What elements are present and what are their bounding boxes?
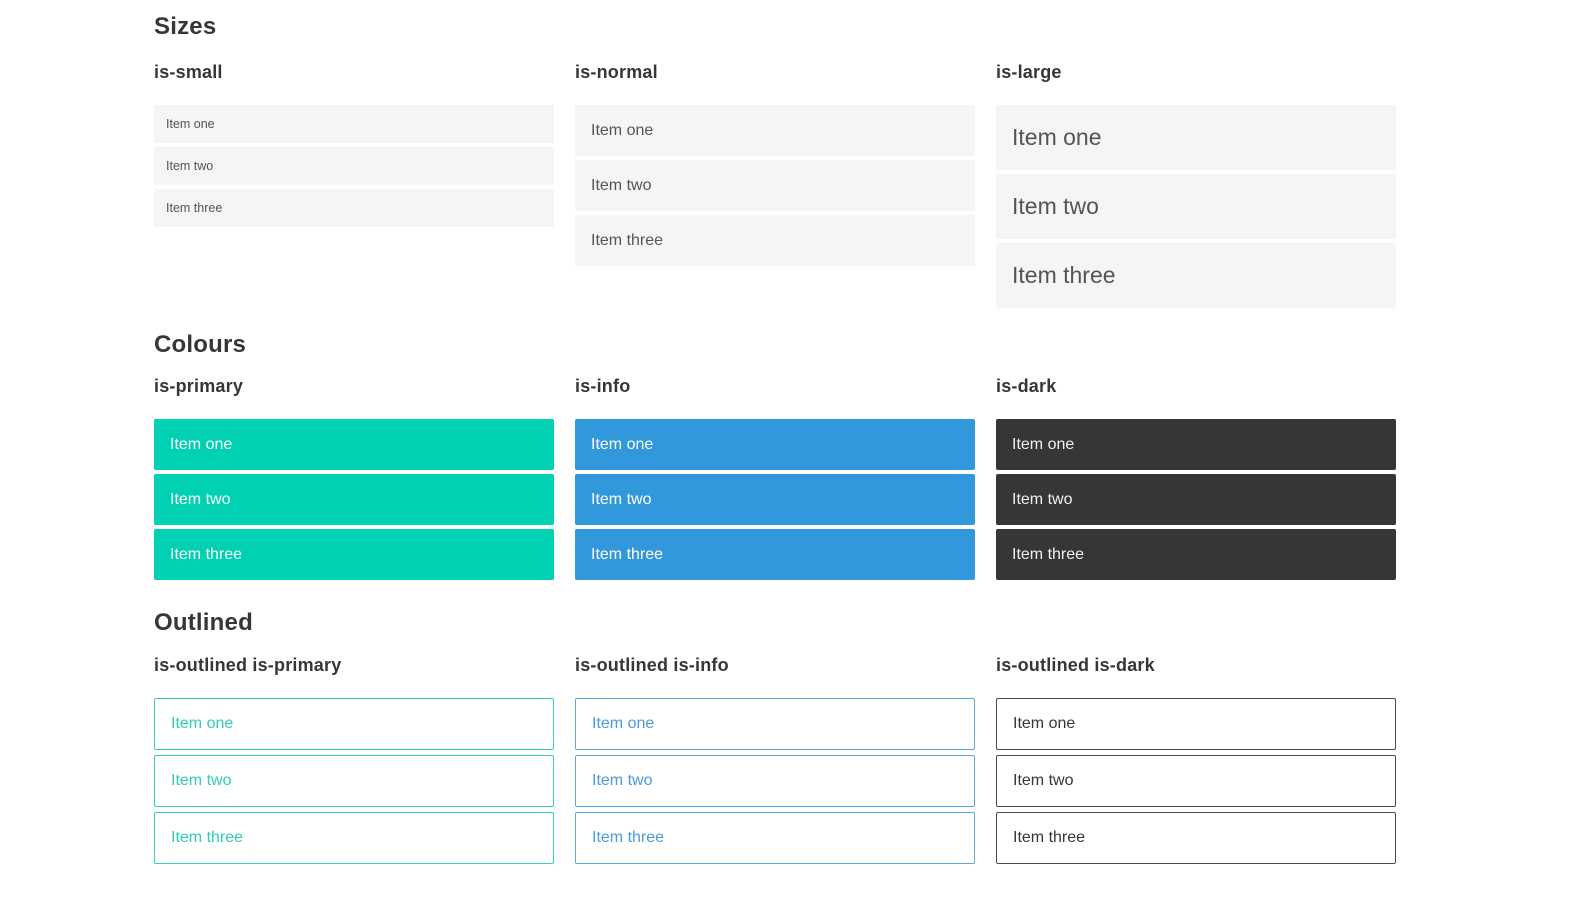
section-outlined: Outlined is-outlined is-primary Item one… (154, 608, 1595, 869)
list-item[interactable]: Item two (154, 474, 554, 525)
group-label: is-outlined is-dark (996, 655, 1155, 675)
section-title: Sizes (154, 13, 217, 40)
group-is-large: is-large Item one Item two Item three (996, 61, 1396, 312)
list-item[interactable]: Item three (996, 529, 1396, 580)
list-item[interactable]: Item one (575, 105, 975, 156)
list-item[interactable]: Item one (154, 698, 554, 750)
group-label: is-large (996, 62, 1062, 82)
group-is-outlined-is-dark: is-outlined is-dark Item one Item two It… (996, 654, 1396, 869)
list-item[interactable]: Item three (154, 529, 554, 580)
list-item[interactable]: Item three (575, 529, 975, 580)
list-item[interactable]: Item two (996, 474, 1396, 525)
section-title: Outlined (154, 609, 253, 636)
list-item[interactable]: Item one (996, 419, 1396, 470)
list-item[interactable]: Item three (996, 243, 1396, 308)
group-label: is-outlined is-primary (154, 655, 342, 675)
section-sizes: Sizes is-small Item one Item two Item th… (154, 12, 1595, 312)
list-item[interactable]: Item two (154, 147, 554, 185)
list-item[interactable]: Item two (575, 160, 975, 211)
page-content: Sizes is-small Item one Item two Item th… (0, 0, 1595, 869)
list-item[interactable]: Item three (996, 812, 1396, 864)
section-title: Colours (154, 331, 247, 358)
outlined-row: is-outlined is-primary Item one Item two… (154, 654, 1595, 869)
colours-row: is-primary Item one Item two Item three … (154, 375, 1595, 584)
sizes-row: is-small Item one Item two Item three is… (154, 61, 1595, 312)
list-item[interactable]: Item one (996, 105, 1396, 170)
group-label: is-normal (575, 62, 658, 82)
list-item[interactable]: Item three (575, 812, 975, 864)
group-is-small: is-small Item one Item two Item three (154, 61, 554, 312)
group-label: is-info (575, 376, 631, 396)
list-item[interactable]: Item two (575, 755, 975, 807)
group-label: is-dark (996, 376, 1057, 396)
list-item[interactable]: Item two (575, 474, 975, 525)
section-colours: Colours is-primary Item one Item two Ite… (154, 330, 1595, 584)
list-item[interactable]: Item two (996, 174, 1396, 239)
group-is-normal: is-normal Item one Item two Item three (575, 61, 975, 312)
group-is-outlined-is-info: is-outlined is-info Item one Item two It… (575, 654, 975, 869)
group-label: is-outlined is-info (575, 655, 729, 675)
group-is-outlined-is-primary: is-outlined is-primary Item one Item two… (154, 654, 554, 869)
group-is-info: is-info Item one Item two Item three (575, 375, 975, 584)
group-label: is-primary (154, 376, 244, 396)
group-is-dark: is-dark Item one Item two Item three (996, 375, 1396, 584)
list-item[interactable]: Item one (996, 698, 1396, 750)
list-item[interactable]: Item three (575, 215, 975, 266)
list-item[interactable]: Item three (154, 812, 554, 864)
list-item[interactable]: Item one (575, 698, 975, 750)
group-is-primary: is-primary Item one Item two Item three (154, 375, 554, 584)
list-item[interactable]: Item one (154, 419, 554, 470)
list-item[interactable]: Item two (996, 755, 1396, 807)
list-item[interactable]: Item three (154, 189, 554, 227)
list-item[interactable]: Item one (575, 419, 975, 470)
list-item[interactable]: Item one (154, 105, 554, 143)
list-item[interactable]: Item two (154, 755, 554, 807)
group-label: is-small (154, 62, 223, 82)
